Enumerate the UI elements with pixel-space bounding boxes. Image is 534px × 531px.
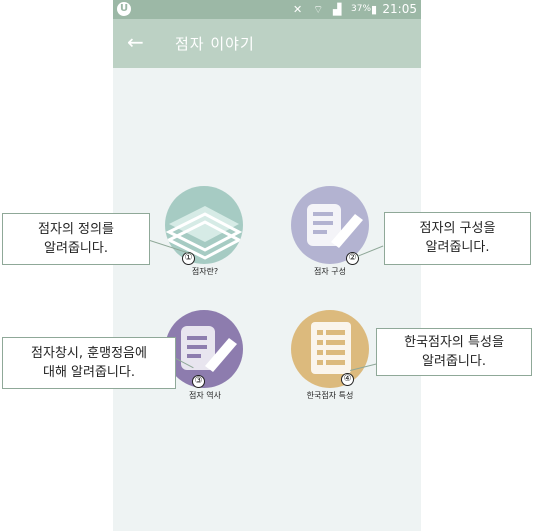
history-document-icon	[181, 326, 237, 372]
menu-item-braille-definition[interactable]	[165, 186, 243, 264]
phone-screen: U ✕ ⌔ ▟ 37% ▮ 21:05 ← 점자 이야기 점자란? ① 점자 구…	[113, 0, 421, 531]
battery-percent: 37%	[351, 4, 372, 14]
battery-icon: ▮	[371, 3, 378, 16]
list-document-icon	[311, 322, 351, 374]
app-logo-icon: U	[117, 2, 131, 16]
page-title: 점자 이야기	[175, 35, 255, 53]
menu-item-braille-history[interactable]	[165, 310, 243, 388]
menu-label-braille-composition: 점자 구성	[314, 267, 346, 276]
menu-label-braille-history: 점자 역사	[189, 391, 221, 400]
app-bar: ← 점자 이야기	[113, 19, 421, 68]
signal-icon: ▟	[333, 3, 342, 16]
status-bar: U ✕ ⌔ ▟ 37% ▮ 21:05	[113, 0, 421, 19]
wifi-icon: ⌔	[313, 3, 324, 16]
edit-document-icon	[307, 204, 363, 248]
menu-label-braille-definition: 점자란?	[191, 267, 219, 276]
callout-definition: 점자의 정의를 알려줍니다.	[2, 213, 150, 265]
callout-composition: 점자의 구성을 알려줍니다.	[384, 212, 531, 265]
menu-number-1: ①	[182, 252, 195, 265]
clock: 21:05	[382, 2, 417, 16]
back-arrow-icon[interactable]: ←	[127, 32, 144, 52]
menu-label-korean-braille-features: 한국점자 특성	[306, 391, 354, 400]
callout-korean-features: 한국점자의 특성을 알려줍니다.	[376, 328, 532, 376]
menu-number-3: ③	[192, 375, 205, 388]
book-stack-icon	[165, 206, 243, 260]
menu-item-braille-composition[interactable]	[291, 186, 369, 264]
mute-icon: ✕	[293, 3, 303, 16]
callout-history: 점자창시, 훈맹정음에 대해 알려줍니다.	[2, 337, 176, 389]
menu-item-korean-braille-features[interactable]	[291, 310, 369, 388]
menu-number-4: ④	[341, 373, 354, 386]
menu-number-2: ②	[346, 252, 359, 265]
